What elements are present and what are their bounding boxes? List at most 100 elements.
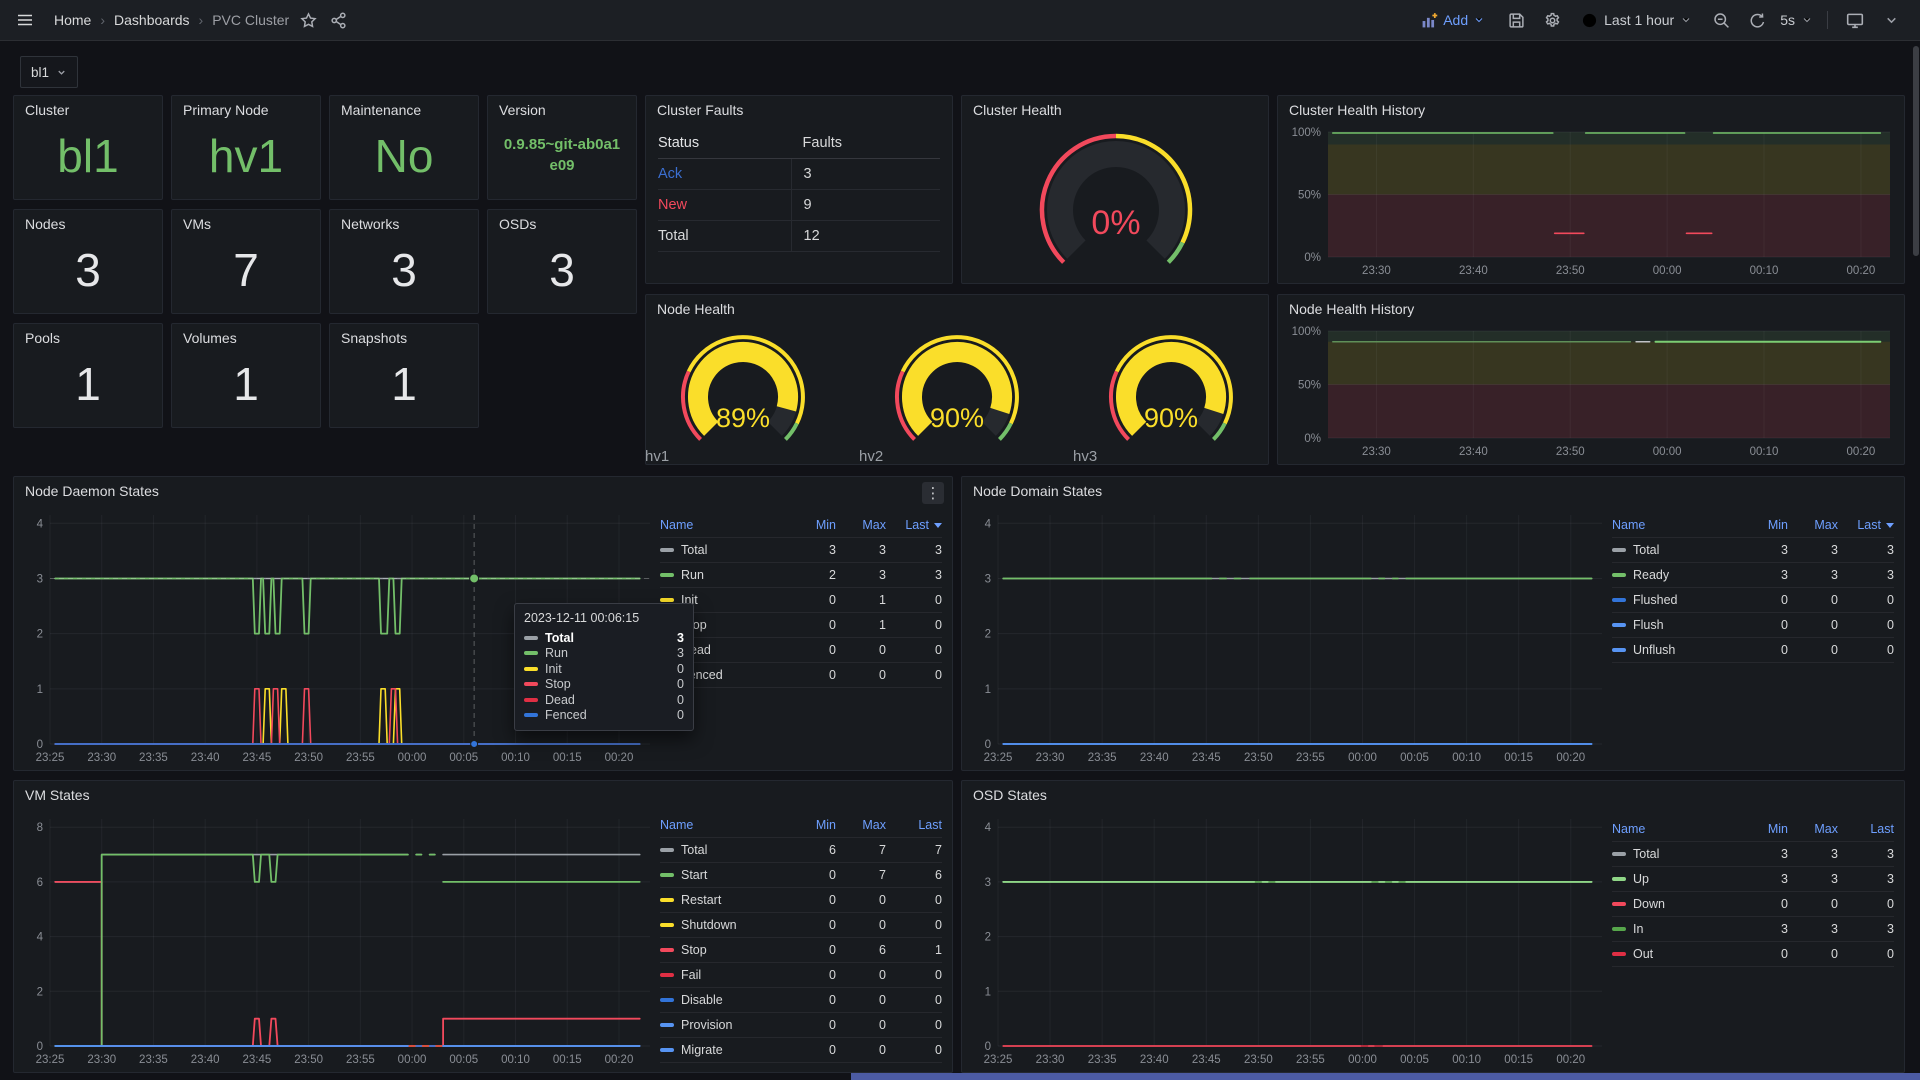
node-health-history-chart[interactable]: 0%50%100%23:3023:4023:5000:0000:1000:20 [1282,321,1900,462]
svg-text:100%: 100% [1292,127,1321,139]
chevron-down-icon[interactable] [1876,5,1906,35]
cluster-health-history-chart[interactable]: 0%50%100%23:3023:4023:5000:0000:1000:20 [1282,122,1900,281]
panel-cluster-health-history: Cluster Health History 0%50%100%23:3023:… [1277,95,1905,284]
legend-max: 0 [1788,897,1838,911]
legend-col-min[interactable]: Min [786,818,836,832]
tv-mode-icon[interactable] [1840,5,1870,35]
chart-canvas: 0%50%100%23:3023:4023:5000:0000:1000:20 [1282,122,1900,281]
breadcrumb-dashboards[interactable]: Dashboards [114,12,190,28]
legend-col-last[interactable]: Last [1838,518,1894,532]
legend-series-name[interactable]: Down [1612,897,1738,911]
svg-text:1: 1 [985,986,991,998]
kebab-menu-icon[interactable]: ⋮ [922,482,944,504]
share-icon[interactable] [323,5,353,35]
svg-text:50%: 50% [1298,380,1321,392]
legend-max: 0 [836,918,886,932]
series-color-swatch [660,573,674,577]
legend-series-name[interactable]: Total [660,543,786,557]
legend-series-name[interactable]: Flushed [1612,593,1738,607]
legend-series-name[interactable]: Total [1612,847,1738,861]
stat-title: Primary Node [183,102,269,118]
hamburger-menu-icon[interactable] [10,5,40,35]
legend-min: 0 [786,593,836,607]
legend-max: 3 [1788,847,1838,861]
legend-series-name[interactable]: Migrate [660,1043,786,1057]
star-icon[interactable] [293,5,323,35]
legend-col-last[interactable]: Last [886,518,942,532]
legend-col-last[interactable]: Last [886,818,942,832]
panel-title: Cluster Health [973,102,1062,118]
legend-col-max[interactable]: Max [836,518,886,532]
svg-text:00:20: 00:20 [605,1054,634,1066]
svg-text:4: 4 [37,518,44,530]
legend-series-name[interactable]: Ready [1612,568,1738,582]
osd-states-chart[interactable]: 0123423:2523:3023:3523:4023:4523:5023:55… [968,809,1612,1070]
legend-series-name[interactable]: Stop [660,943,786,957]
settings-gear-icon[interactable] [1537,5,1567,35]
legend-row-disable: Disable 0 0 0 [660,988,942,1013]
horizontal-scrollbar[interactable] [851,1073,1920,1080]
legend-col-name[interactable]: Name [660,518,786,532]
legend-col-last[interactable]: Last [1838,822,1894,836]
zoom-out-icon[interactable] [1706,5,1736,35]
svg-text:2: 2 [985,629,991,641]
sort-desc-icon [934,523,942,528]
legend-series-name[interactable]: Out [1612,947,1738,961]
chart-canvas: 0123423:2523:3023:3523:4023:4523:5023:55… [968,809,1612,1070]
legend-series-name[interactable]: Shutdown [660,918,786,932]
legend-series-name[interactable]: Run [660,568,786,582]
legend-series-name[interactable]: Flush [1612,618,1738,632]
gauge-value: 90% [859,403,1055,434]
legend-series-name[interactable]: Total [1612,543,1738,557]
faults-col-status: Status [658,135,791,151]
legend-series-name[interactable]: Restart [660,893,786,907]
variable-dropdown-bl1[interactable]: bl1 [20,56,78,88]
stat-title: OSDs [499,216,536,232]
time-range-picker[interactable]: Last 1 hour [1581,12,1692,29]
fault-status[interactable]: New [658,197,791,213]
legend-series-name[interactable]: Start [660,868,786,882]
svg-text:1: 1 [985,684,991,696]
stat-value: 3 [549,247,575,293]
legend-row-restart: Restart 0 0 0 [660,888,942,913]
fault-status[interactable]: Ack [658,166,791,182]
legend-series-name[interactable]: Up [1612,872,1738,886]
save-dashboard-icon[interactable] [1501,5,1531,35]
stat-value: 1 [233,361,259,407]
vm-states-chart[interactable]: 0246823:2523:3023:3523:4023:4523:5023:55… [20,809,660,1070]
series-color-swatch [660,548,674,552]
legend-series-name[interactable]: Provision [660,1018,786,1032]
legend-min: 3 [1738,847,1788,861]
legend-col-name[interactable]: Name [1612,822,1738,836]
legend-series-name[interactable]: Disable [660,993,786,1007]
legend-max: 0 [836,1043,886,1057]
refresh-icon[interactable] [1742,5,1772,35]
legend-col-name[interactable]: Name [660,818,786,832]
legend-col-min[interactable]: Min [786,518,836,532]
legend-col-max[interactable]: Max [836,818,886,832]
chart-tooltip: 2023-12-11 00:06:15 Total 3 Run 3 Init 0… [514,603,694,731]
legend-col-max[interactable]: Max [1788,518,1838,532]
add-panel-button[interactable]: Add [1421,12,1485,29]
node-domain-states-chart[interactable]: 0123423:2523:3023:3523:4023:4523:5023:55… [968,505,1612,768]
osd-states-legend: Name Min Max Last Total 3 3 3 Up 3 3 3 D… [1612,817,1894,967]
refresh-interval-picker[interactable]: 5s [1780,12,1813,28]
fault-count: 3 [791,159,940,189]
legend-col-name[interactable]: Name [1612,518,1738,532]
legend-max: 1 [836,593,886,607]
legend-last: 0 [1838,947,1894,961]
breadcrumb-home[interactable]: Home [54,12,91,28]
stat-panel-volumes: Volumes1 [171,323,321,428]
fault-status[interactable]: Total [658,228,791,244]
legend-col-min[interactable]: Min [1738,822,1788,836]
legend-col-min[interactable]: Min [1738,518,1788,532]
legend-last: 0 [886,1043,942,1057]
legend-series-name[interactable]: In [1612,922,1738,936]
svg-text:23:30: 23:30 [1036,1054,1065,1066]
legend-series-name[interactable]: Unflush [1612,643,1738,657]
legend-col-max[interactable]: Max [1788,822,1838,836]
legend-series-name[interactable]: Total [660,843,786,857]
vertical-scrollbar[interactable] [1913,46,1919,256]
stat-panel-cluster: Clusterbl1 [13,95,163,200]
legend-series-name[interactable]: Fail [660,968,786,982]
